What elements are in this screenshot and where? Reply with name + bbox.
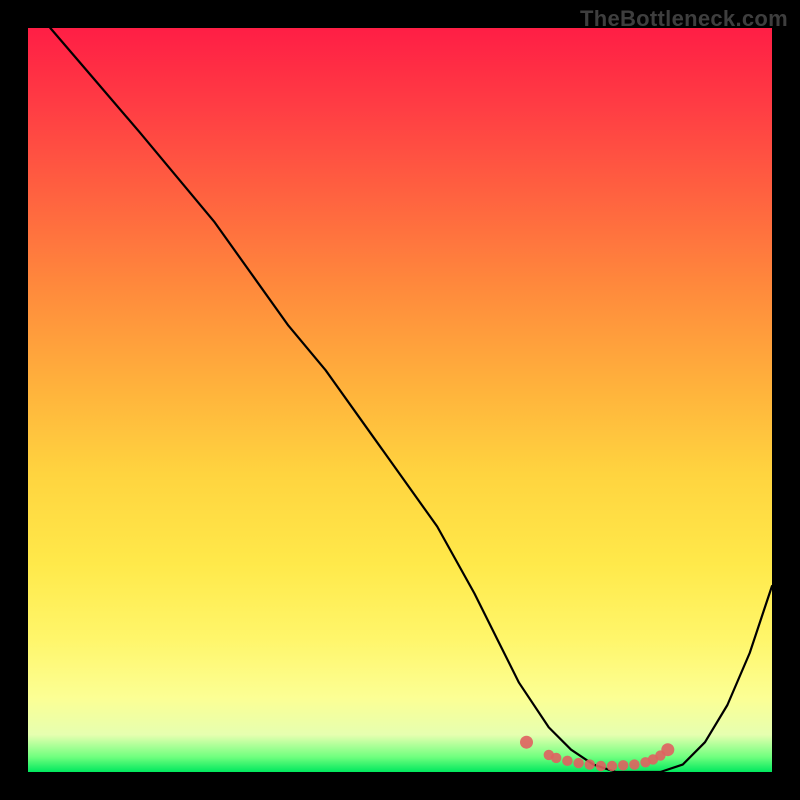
marker-dot: [661, 743, 674, 756]
chart-frame: TheBottleneck.com: [0, 0, 800, 800]
marker-dot: [562, 756, 572, 766]
marker-dot: [618, 760, 628, 770]
bottleneck-curve-line: [50, 28, 772, 772]
optimal-band-markers: [520, 736, 674, 772]
marker-dot: [585, 759, 595, 769]
marker-dot: [629, 759, 639, 769]
marker-dot: [607, 761, 617, 771]
chart-svg: [28, 28, 772, 772]
plot-area: [28, 28, 772, 772]
marker-dot: [520, 736, 533, 749]
watermark-text: TheBottleneck.com: [580, 6, 788, 32]
marker-dot: [573, 758, 583, 768]
marker-dot: [596, 761, 606, 771]
marker-dot: [551, 753, 561, 763]
